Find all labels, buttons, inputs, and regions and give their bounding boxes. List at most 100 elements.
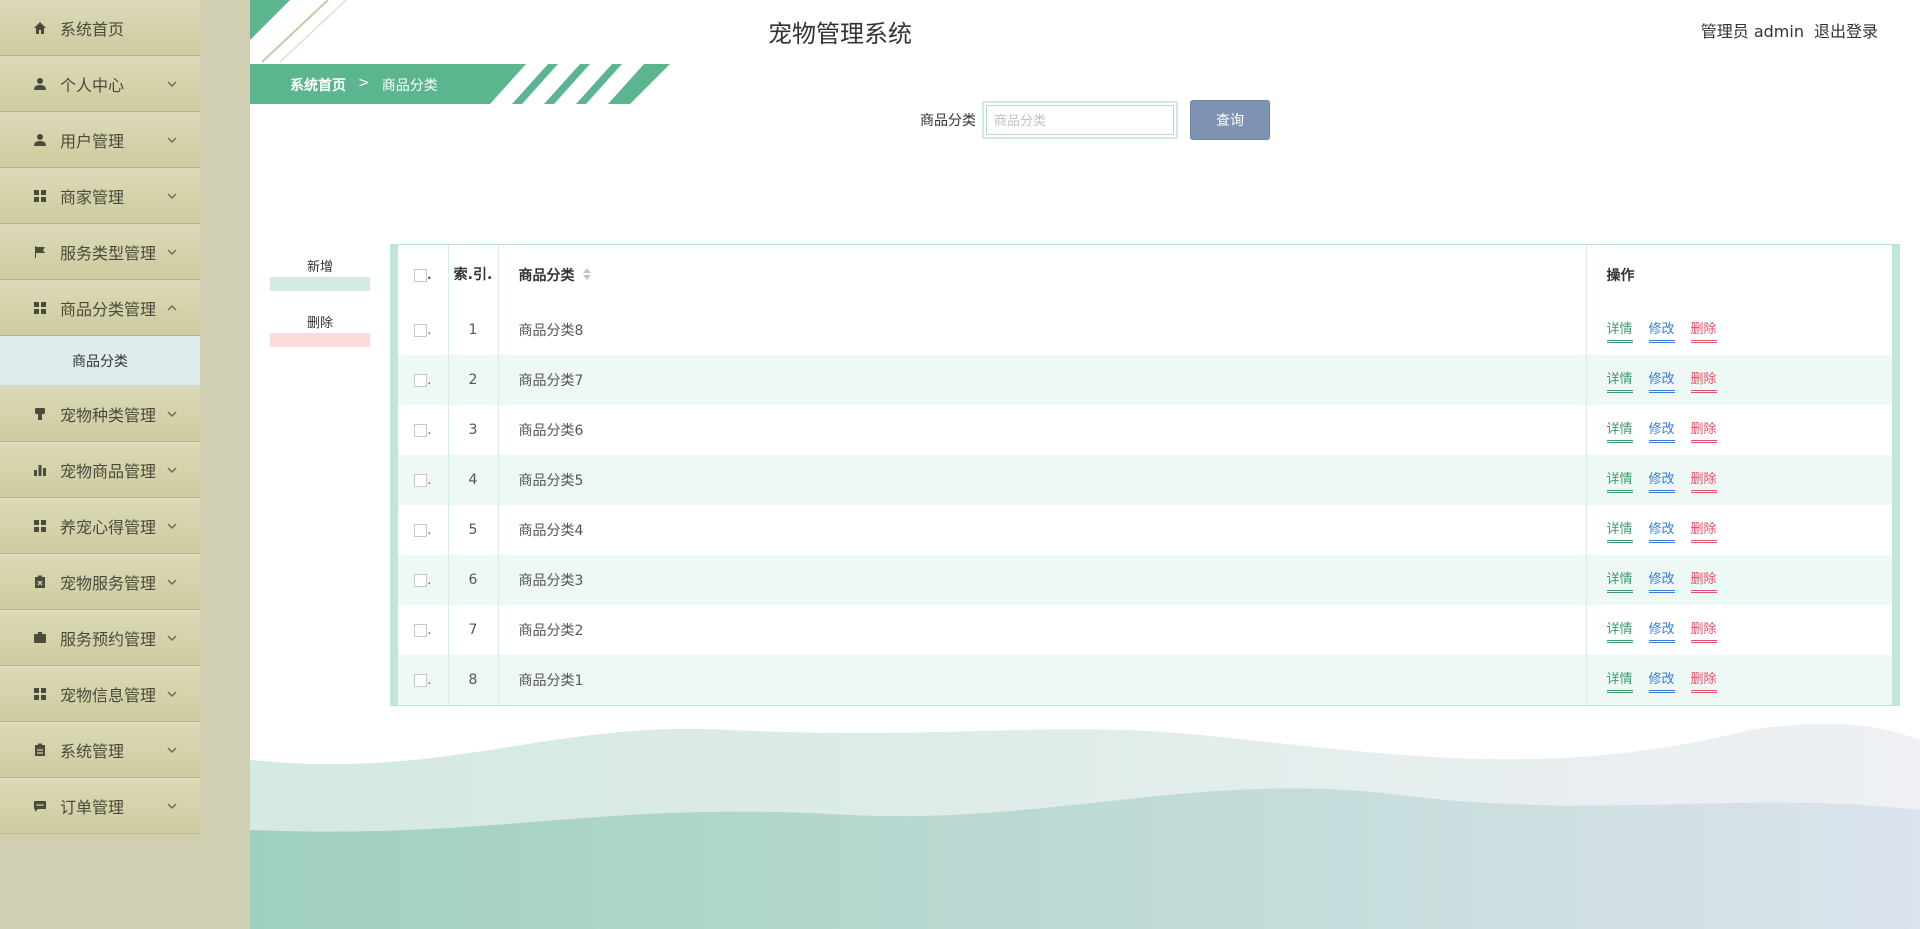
delete-button[interactable]: 删除: [1690, 618, 1717, 643]
detail-button[interactable]: 详情: [1606, 318, 1633, 343]
delete-button[interactable]: 删除: [1690, 368, 1717, 393]
sidebar-item[interactable]: 个人中心: [0, 56, 200, 112]
checkbox-dot: .: [427, 373, 432, 387]
breadcrumb-separator: >: [358, 75, 370, 91]
sidebar-item[interactable]: 商家管理: [0, 168, 200, 224]
detail-button[interactable]: 详情: [1606, 418, 1633, 443]
sidebar-item[interactable]: 用户管理: [0, 112, 200, 168]
header-select-all[interactable]: .: [398, 245, 449, 305]
edit-button[interactable]: 修改: [1648, 418, 1675, 443]
sidebar-item-label: 个人中心: [60, 75, 125, 95]
row-index: 4: [448, 455, 499, 505]
row-index: 2: [448, 355, 499, 405]
sidebar-item[interactable]: 宠物信息管理: [0, 666, 200, 722]
header-name[interactable]: 商品分类: [498, 245, 1587, 305]
checkbox-dot: .: [427, 323, 432, 337]
breadcrumb-home[interactable]: 系统首页: [290, 75, 346, 95]
sidebar-item[interactable]: 服务预约管理: [0, 610, 200, 666]
search-label: 商品分类: [920, 113, 976, 129]
row-checkbox[interactable]: [414, 423, 428, 437]
sidebar-item[interactable]: 服务类型管理: [0, 224, 200, 280]
user-icon: [32, 76, 48, 92]
delete-button[interactable]: 删除: [1690, 568, 1717, 593]
clipboard-icon: [32, 742, 48, 758]
header-decoration: [250, 0, 350, 62]
delete-button[interactable]: 删除: [1690, 668, 1717, 693]
detail-button[interactable]: 详情: [1606, 618, 1633, 643]
row-checkbox[interactable]: [414, 373, 428, 387]
sidebar-item[interactable]: 宠物商品管理: [0, 442, 200, 498]
sidebar-item-label: 服务类型管理: [60, 243, 157, 263]
sidebar-item-label: 宠物种类管理: [60, 405, 157, 425]
sidebar-item-label: 宠物服务管理: [60, 573, 157, 593]
row-checkbox[interactable]: [414, 673, 428, 687]
row-select[interactable]: .: [398, 305, 449, 355]
detail-button[interactable]: 详情: [1606, 518, 1633, 543]
sidebar-item[interactable]: 宠物服务管理: [0, 554, 200, 610]
row-checkbox[interactable]: [414, 523, 428, 537]
row-select[interactable]: .: [398, 655, 449, 705]
logout-link[interactable]: 退出登录: [1814, 18, 1878, 42]
detail-button[interactable]: 详情: [1606, 668, 1633, 693]
row-select[interactable]: .: [398, 405, 449, 455]
chevron-down-icon: [166, 461, 178, 473]
edit-button[interactable]: 修改: [1648, 618, 1675, 643]
query-button[interactable]: 查询: [1190, 100, 1270, 140]
row-name: 商品分类6: [498, 405, 1587, 455]
row-checkbox[interactable]: [414, 573, 428, 587]
row-select[interactable]: .: [398, 605, 449, 655]
row-ops: 详情 修改 删除: [1586, 355, 1892, 405]
checkbox-dot: .: [427, 623, 432, 637]
add-button[interactable]: 新增: [270, 254, 370, 291]
edit-button[interactable]: 修改: [1648, 518, 1675, 543]
checkbox-dot: .: [427, 673, 432, 687]
edit-button[interactable]: 修改: [1648, 668, 1675, 693]
table-row: . 8 商品分类1 详情 修改 删除: [398, 655, 1892, 705]
submenu-item[interactable]: 商品分类: [0, 336, 200, 386]
sidebar-item[interactable]: 宠物种类管理: [0, 386, 200, 442]
delete-button[interactable]: 删除: [1690, 518, 1717, 543]
row-select[interactable]: .: [398, 455, 449, 505]
delete-button[interactable]: 删除: [1690, 468, 1717, 493]
batch-delete-button[interactable]: 删除: [270, 310, 370, 347]
edit-button[interactable]: 修改: [1648, 368, 1675, 393]
detail-button[interactable]: 详情: [1606, 568, 1633, 593]
delete-button[interactable]: 删除: [1690, 318, 1717, 343]
sort-icon[interactable]: [583, 268, 592, 284]
detail-button[interactable]: 详情: [1606, 368, 1633, 393]
row-ops: 详情 修改 删除: [1586, 605, 1892, 655]
row-select[interactable]: .: [398, 505, 449, 555]
sidebar-item[interactable]: 系统首页: [0, 0, 200, 56]
row-checkbox[interactable]: [414, 473, 428, 487]
edit-button[interactable]: 修改: [1648, 468, 1675, 493]
detail-button[interactable]: 详情: [1606, 468, 1633, 493]
row-index: 5: [448, 505, 499, 555]
sidebar-item[interactable]: 养宠心得管理: [0, 498, 200, 554]
grid-icon: [32, 518, 48, 534]
sidebar-item-label: 宠物商品管理: [60, 461, 157, 481]
sidebar: 系统首页 个人中心 用户管理 商家管理 服务类型管理 商品分类管理 商品分类 宠物种类管理 宠物…: [0, 0, 200, 834]
chevron-down-icon: [166, 797, 178, 809]
table-row: . 5 商品分类4 详情 修改 删除: [398, 505, 1892, 555]
row-checkbox[interactable]: [414, 623, 428, 637]
user-label: 管理员 admin: [1700, 22, 1804, 41]
checkbox-dot: .: [427, 473, 432, 487]
breadcrumb-current: 商品分类: [381, 78, 438, 94]
chevron-down-icon: [166, 187, 178, 199]
category-search-input[interactable]: [982, 101, 1178, 139]
row-ops: 详情 修改 删除: [1586, 455, 1892, 505]
select-all-checkbox[interactable]: [413, 268, 427, 282]
row-checkbox[interactable]: [414, 323, 428, 337]
edit-button[interactable]: 修改: [1648, 568, 1675, 593]
sidebar-item[interactable]: 订单管理: [0, 778, 200, 834]
sidebar-item-label: 养宠心得管理: [60, 517, 157, 537]
add-button-label: 新增: [306, 260, 333, 275]
briefcase-icon: [32, 630, 48, 646]
row-select[interactable]: .: [398, 555, 449, 605]
row-select[interactable]: .: [398, 355, 449, 405]
sidebar-item[interactable]: 商品分类管理: [0, 280, 200, 336]
delete-button[interactable]: 删除: [1690, 418, 1717, 443]
sidebar-item[interactable]: 系统管理: [0, 722, 200, 778]
checkbox-dot: .: [427, 423, 432, 437]
edit-button[interactable]: 修改: [1648, 318, 1675, 343]
